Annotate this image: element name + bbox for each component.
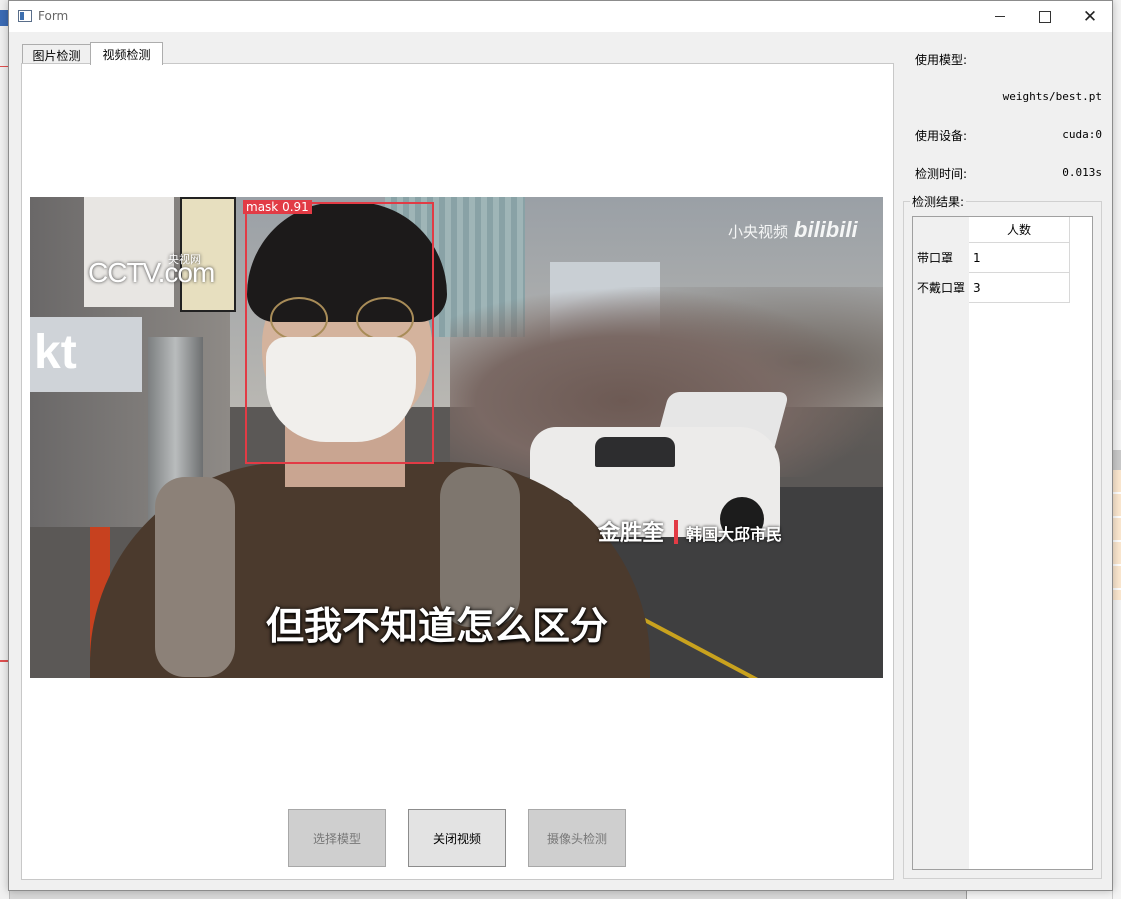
table-column-header[interactable]: 人数 xyxy=(969,217,1070,243)
background-row xyxy=(1113,380,1121,400)
camera-detect-button[interactable]: 摄像头检测 xyxy=(528,809,626,867)
caption-divider xyxy=(674,520,679,544)
background-row xyxy=(1113,450,1121,472)
table-row-header[interactable]: 带口罩 xyxy=(913,243,969,272)
time-label: 检测时间: xyxy=(915,167,968,181)
background-icon xyxy=(0,10,8,26)
results-title: 检测结果: xyxy=(910,193,967,210)
tab-video-detection[interactable]: 视频检测 xyxy=(90,42,163,65)
detection-box xyxy=(245,202,434,464)
model-label: 使用模型: xyxy=(915,53,968,67)
scene-sign xyxy=(84,197,174,307)
scene-car-window xyxy=(595,437,675,467)
video-subtitle: 但我不知道怎么区分 xyxy=(266,604,609,648)
model-value: weights/best.pt xyxy=(1002,90,1102,103)
close-button[interactable]: ✕ xyxy=(1067,1,1113,32)
time-value: 0.013s xyxy=(1062,166,1102,179)
window-title: Form xyxy=(38,9,69,23)
detection-label: mask 0.91 xyxy=(243,200,312,214)
speaker-caption: 金胜奎 韩国大邱市民 xyxy=(598,520,783,546)
title-bar[interactable]: Form ✕ xyxy=(9,1,1112,32)
minimize-button[interactable] xyxy=(977,1,1023,32)
channel-logo: CCTV.com 央视网 xyxy=(88,254,215,288)
store-sign-text: kt xyxy=(34,326,77,379)
close-video-button[interactable]: 关闭视频 xyxy=(408,809,506,867)
table-row-header-column xyxy=(913,217,969,869)
tab-image-detection[interactable]: 图片检测 xyxy=(22,44,91,65)
table-row-header[interactable]: 不戴口罩 xyxy=(913,273,969,302)
table-cell[interactable]: 1 xyxy=(969,243,1070,273)
app-icon xyxy=(18,10,32,22)
video-frame: kt mask 0.91 CCTV.com 央视网 小央视频 bilibili 金胜… xyxy=(30,197,883,678)
device-label: 使用设备: xyxy=(915,129,968,143)
table-cell[interactable]: 3 xyxy=(969,273,1070,303)
results-table[interactable]: 人数 带口罩 1 不戴口罩 3 xyxy=(912,216,1093,870)
select-model-button[interactable]: 选择模型 xyxy=(288,809,386,867)
background-window-bottom xyxy=(966,890,1112,899)
video-watermark: 小央视频 bilibili xyxy=(728,217,858,242)
maximize-button[interactable] xyxy=(1022,1,1068,32)
close-icon: ✕ xyxy=(1082,6,1098,27)
person-backpack-strap xyxy=(155,477,235,677)
device-value: cuda:0 xyxy=(1062,128,1102,141)
background-row xyxy=(1113,470,1121,600)
main-window: Form ✕ 图片检测 视频检测 kt mask 0.91 CCTV.com 央… xyxy=(8,0,1113,891)
background-window-right xyxy=(1112,0,1121,899)
